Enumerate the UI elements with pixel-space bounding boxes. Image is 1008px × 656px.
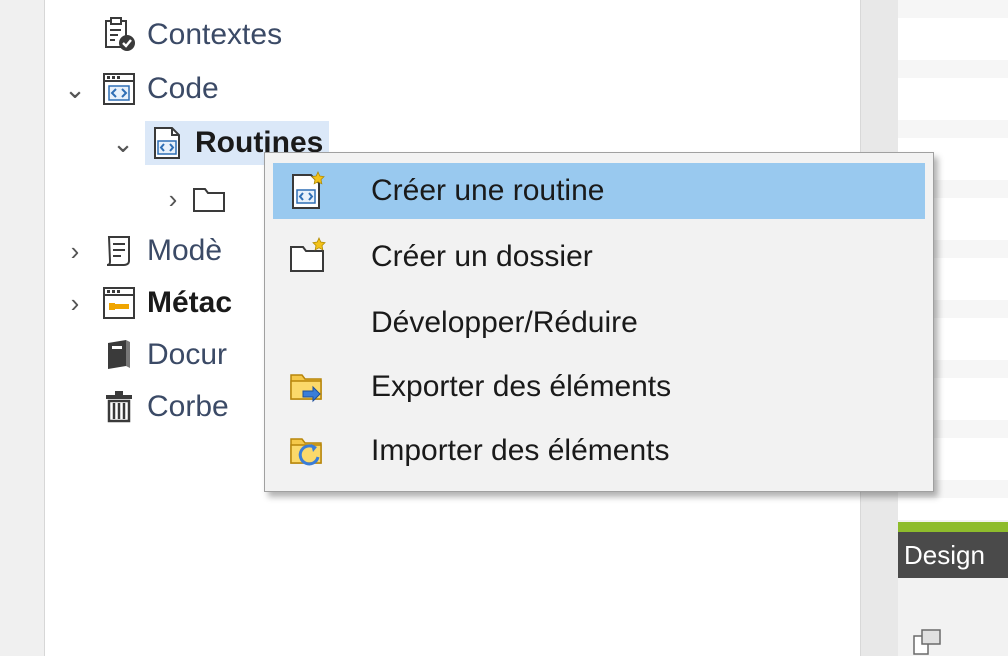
tab-design[interactable]: Design <box>898 532 1008 578</box>
folder-icon <box>191 181 227 217</box>
menu-item-label: Importer des éléments <box>371 434 670 467</box>
chevron-down-icon[interactable]: ⌄ <box>63 64 87 114</box>
tree-item-label: Code <box>147 72 219 105</box>
contexts-icon <box>101 17 137 53</box>
tree-item-corbeille[interactable]: Corbe <box>101 382 229 432</box>
tree-item-label: Métac <box>147 286 233 319</box>
tree-item-documentation[interactable]: Docur <box>101 330 227 380</box>
chevron-down-icon[interactable]: ⌄ <box>111 118 135 168</box>
menu-item-label: Développer/Réduire <box>371 306 638 339</box>
chevron-right-icon[interactable]: › <box>63 278 87 328</box>
metadata-icon <box>101 285 137 321</box>
trash-icon <box>101 389 137 425</box>
book-icon <box>101 337 137 373</box>
tree-item-label: Corbe <box>147 390 229 423</box>
chevron-right-icon[interactable]: › <box>161 174 185 224</box>
menu-item-create-folder[interactable]: Créer un dossier <box>273 229 925 285</box>
tree-item-label: Contextes <box>147 18 283 51</box>
tree-item-metadonnees[interactable]: › Métac <box>63 278 232 328</box>
menu-item-label: Exporter des éléments <box>371 370 672 403</box>
document-template-icon <box>101 233 137 269</box>
menu-item-label: Créer une routine <box>371 174 605 207</box>
menu-item-export[interactable]: Exporter des éléments <box>273 359 925 415</box>
app-window: Contextes ⌄ Code ⌄ Routines › › Modè › M… <box>0 0 1008 656</box>
new-routine-icon <box>285 169 329 213</box>
routine-icon <box>149 125 185 161</box>
context-menu: Créer une routine Créer un dossier Dével… <box>264 152 934 492</box>
menu-item-label: Créer un dossier <box>371 240 593 273</box>
export-icon <box>285 365 329 409</box>
tree-item-subfolder[interactable]: › <box>161 174 237 224</box>
tree-item-code[interactable]: ⌄ Code <box>63 64 219 114</box>
menu-item-expand-collapse[interactable]: Développer/Réduire <box>273 295 925 351</box>
palette-item-icon[interactable] <box>912 628 944 656</box>
menu-item-import[interactable]: Importer des éléments <box>273 423 925 479</box>
left-gutter <box>0 0 44 656</box>
code-folder-icon <box>101 71 137 107</box>
import-icon <box>285 429 329 473</box>
tree-item-contextes[interactable]: Contextes <box>101 10 282 60</box>
accent-strip <box>898 522 1008 532</box>
tree-item-label: Modè <box>147 234 223 267</box>
chevron-right-icon[interactable]: › <box>63 226 87 276</box>
menu-item-create-routine[interactable]: Créer une routine <box>273 163 925 219</box>
tree-item-label: Docur <box>147 338 228 371</box>
new-folder-icon <box>285 235 329 279</box>
tree-item-modeles[interactable]: › Modè <box>63 226 222 276</box>
